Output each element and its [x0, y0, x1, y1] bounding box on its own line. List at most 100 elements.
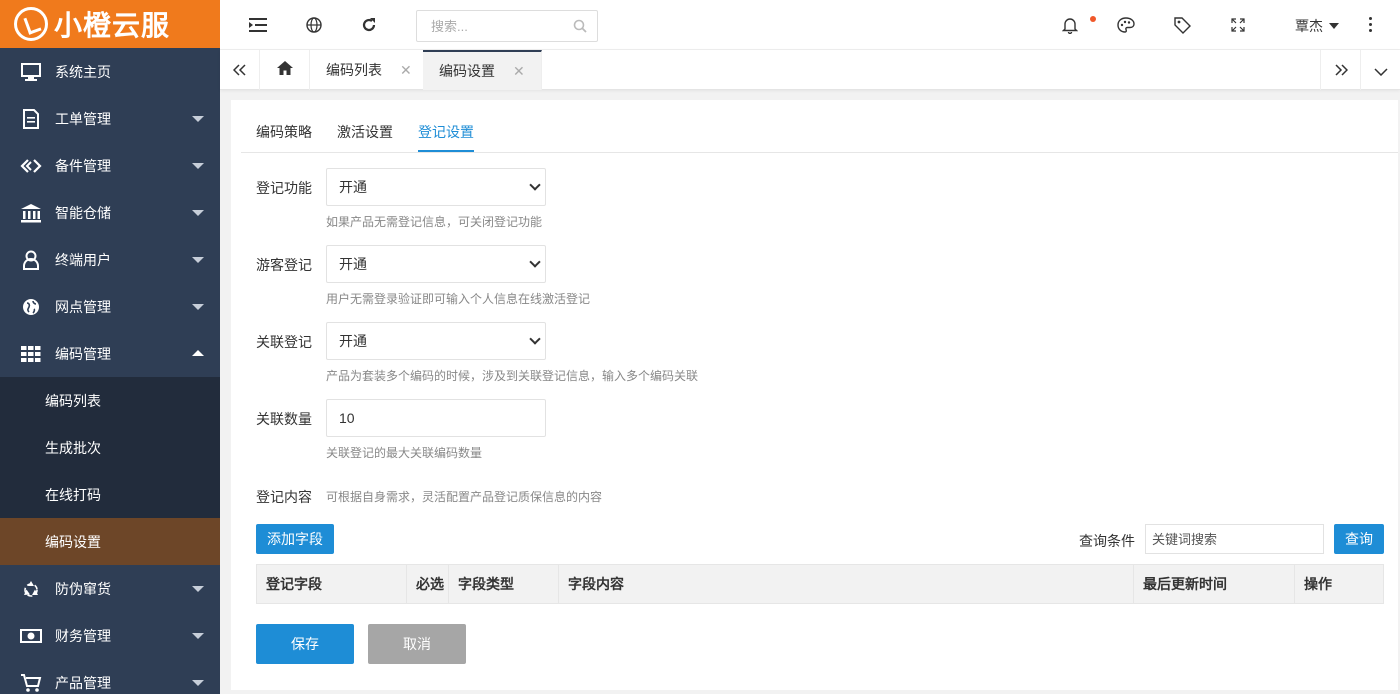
code-management-submenu: 编码列表 生成批次 在线打码 编码设置	[0, 377, 220, 565]
tab-registration-settings[interactable]: 登记设置	[418, 122, 474, 152]
linked-register-label: 关联登记	[256, 334, 312, 350]
sidebar-subitem-code-settings[interactable]: 编码设置	[0, 518, 220, 565]
chevron-down-icon	[192, 163, 204, 169]
sidebar-item-warehouse[interactable]: 智能仓储	[0, 189, 220, 236]
linked-register-select[interactable]: 开通	[326, 322, 546, 360]
select-value: 开通	[339, 256, 367, 272]
sidebar-item-code-management[interactable]: 编码管理	[0, 330, 220, 377]
sidebar-item-label: 编码管理	[55, 345, 111, 362]
sidebar-item-products[interactable]: 产品管理	[0, 659, 220, 694]
user-menu[interactable]: 覃杰	[1295, 16, 1339, 36]
sidebar-subitem-code-list[interactable]: 编码列表	[0, 377, 220, 424]
sidebar-item-outlets[interactable]: 网点管理	[0, 283, 220, 330]
guest-register-hint: 用户无需登录验证即可输入个人信息在线激活登记	[326, 292, 591, 306]
search-input[interactable]	[417, 11, 567, 41]
chevron-down-icon	[1373, 60, 1388, 81]
sidebar-item-label: 防伪窜货	[55, 580, 111, 597]
sidebar-item-label: 网点管理	[55, 298, 111, 315]
tag-icon[interactable]	[1173, 16, 1191, 34]
chevron-down-icon	[529, 256, 541, 268]
close-icon[interactable]: ✕	[400, 62, 412, 79]
add-field-button[interactable]: 添加字段	[256, 524, 334, 554]
sidebar-item-label: 系统主页	[55, 63, 111, 80]
grid-icon	[20, 344, 42, 364]
tab-label: 编码列表	[326, 62, 382, 78]
chevron-down-icon	[192, 257, 204, 263]
column-header: 操作	[1294, 564, 1384, 604]
globe-icon[interactable]	[305, 16, 323, 34]
home-tab[interactable]	[260, 50, 310, 90]
more-vertical-icon[interactable]	[1369, 17, 1373, 33]
brand-logo[interactable]: 小橙云服	[0, 0, 220, 48]
monitor-icon	[20, 62, 42, 82]
brand-name: 小橙云服	[54, 10, 171, 41]
column-header: 字段类型	[448, 564, 559, 604]
linked-count-hint: 关联登记的最大关联编码数量	[326, 446, 483, 460]
tab-code-strategy[interactable]: 编码策略	[256, 122, 312, 150]
tabs-menu-button[interactable]	[1360, 50, 1400, 90]
chevron-down-icon	[192, 304, 204, 310]
menu-toggle-icon[interactable]	[249, 16, 267, 34]
page-tab-bar: 编码列表 ✕ 编码设置 ✕	[220, 50, 1400, 90]
chevron-down-icon	[529, 333, 541, 345]
linked-count-label: 关联数量	[256, 411, 312, 427]
cancel-button[interactable]: 取消	[368, 624, 466, 664]
linked-count-input[interactable]: 10	[326, 399, 546, 437]
sidebar-item-anti-counterfeit[interactable]: 防伪窜货	[0, 565, 220, 612]
search-field[interactable]	[416, 10, 598, 42]
chevron-down-icon	[192, 633, 204, 639]
close-icon[interactable]: ✕	[513, 63, 525, 80]
sidebar-item-end-users[interactable]: 终端用户	[0, 236, 220, 283]
register-function-label: 登记功能	[256, 180, 312, 196]
double-chevron-left-icon	[232, 60, 247, 81]
column-header: 必选	[406, 564, 449, 604]
register-function-hint: 如果产品无需登记信息，可关闭登记功能	[326, 215, 543, 229]
registration-fields-table: 登记字段 必选 字段类型 字段内容 最后更新时间 操作	[256, 564, 1384, 604]
register-function-select[interactable]: 开通	[326, 168, 546, 206]
home-icon	[276, 60, 294, 81]
select-value: 开通	[339, 179, 367, 195]
input-value: 10	[339, 410, 355, 426]
tab-code-list[interactable]: 编码列表 ✕	[310, 50, 429, 90]
settings-sub-tabs: 编码策略 激活设置 登记设置	[241, 100, 1398, 153]
caret-down-icon	[1329, 23, 1339, 29]
sidebar-item-label: 备件管理	[55, 157, 111, 174]
tabs-scroll-left-button[interactable]	[220, 50, 260, 90]
linked-register-hint: 产品为套装多个编码的时候，涉及到关联登记信息，输入多个编码关联	[326, 369, 699, 383]
tab-label: 编码设置	[439, 63, 495, 79]
refresh-icon[interactable]	[360, 16, 378, 34]
save-button[interactable]: 保存	[256, 624, 354, 664]
tab-activation-settings[interactable]: 激活设置	[337, 122, 393, 150]
tabs-scroll-right-button[interactable]	[1320, 50, 1360, 90]
sidebar-item-work-orders[interactable]: 工单管理	[0, 95, 220, 142]
register-content-label: 登记内容	[256, 489, 312, 505]
guest-register-label: 游客登记	[256, 257, 312, 273]
sidebar-item-spare-parts[interactable]: 备件管理	[0, 142, 220, 189]
chevron-down-icon	[192, 116, 204, 122]
bank-icon	[20, 203, 42, 223]
sidebar-item-finance[interactable]: 财务管理	[0, 612, 220, 659]
sidebar-subitem-online-print[interactable]: 在线打码	[0, 471, 220, 518]
sidebar-subitem-generate-batch[interactable]: 生成批次	[0, 424, 220, 471]
sidebar-item-home[interactable]: 系统主页	[0, 48, 220, 95]
sidebar-item-label: 财务管理	[55, 627, 111, 644]
top-bar: 覃杰	[220, 0, 1400, 50]
chevron-down-icon	[192, 210, 204, 216]
guest-register-select[interactable]: 开通	[326, 245, 546, 283]
main-content: 编码策略 激活设置 登记设置 登记功能 开通 如果产品无需登记信息，可关闭登记功…	[231, 100, 1398, 690]
tab-code-settings[interactable]: 编码设置 ✕	[423, 50, 542, 90]
search-icon[interactable]	[573, 19, 587, 36]
bell-icon[interactable]	[1061, 16, 1079, 34]
globe-icon	[20, 297, 42, 317]
document-icon	[20, 108, 42, 129]
user-icon	[20, 250, 42, 270]
keyword-search-input[interactable]	[1146, 525, 1323, 553]
column-header: 最后更新时间	[1133, 564, 1295, 604]
chevron-up-icon	[192, 350, 204, 356]
query-button[interactable]: 查询	[1334, 524, 1384, 554]
fullscreen-icon[interactable]	[1229, 16, 1247, 34]
keyword-search-field[interactable]	[1145, 524, 1324, 554]
orange-logo-icon	[14, 7, 48, 41]
palette-icon[interactable]	[1117, 16, 1135, 34]
notification-dot	[1090, 16, 1096, 22]
